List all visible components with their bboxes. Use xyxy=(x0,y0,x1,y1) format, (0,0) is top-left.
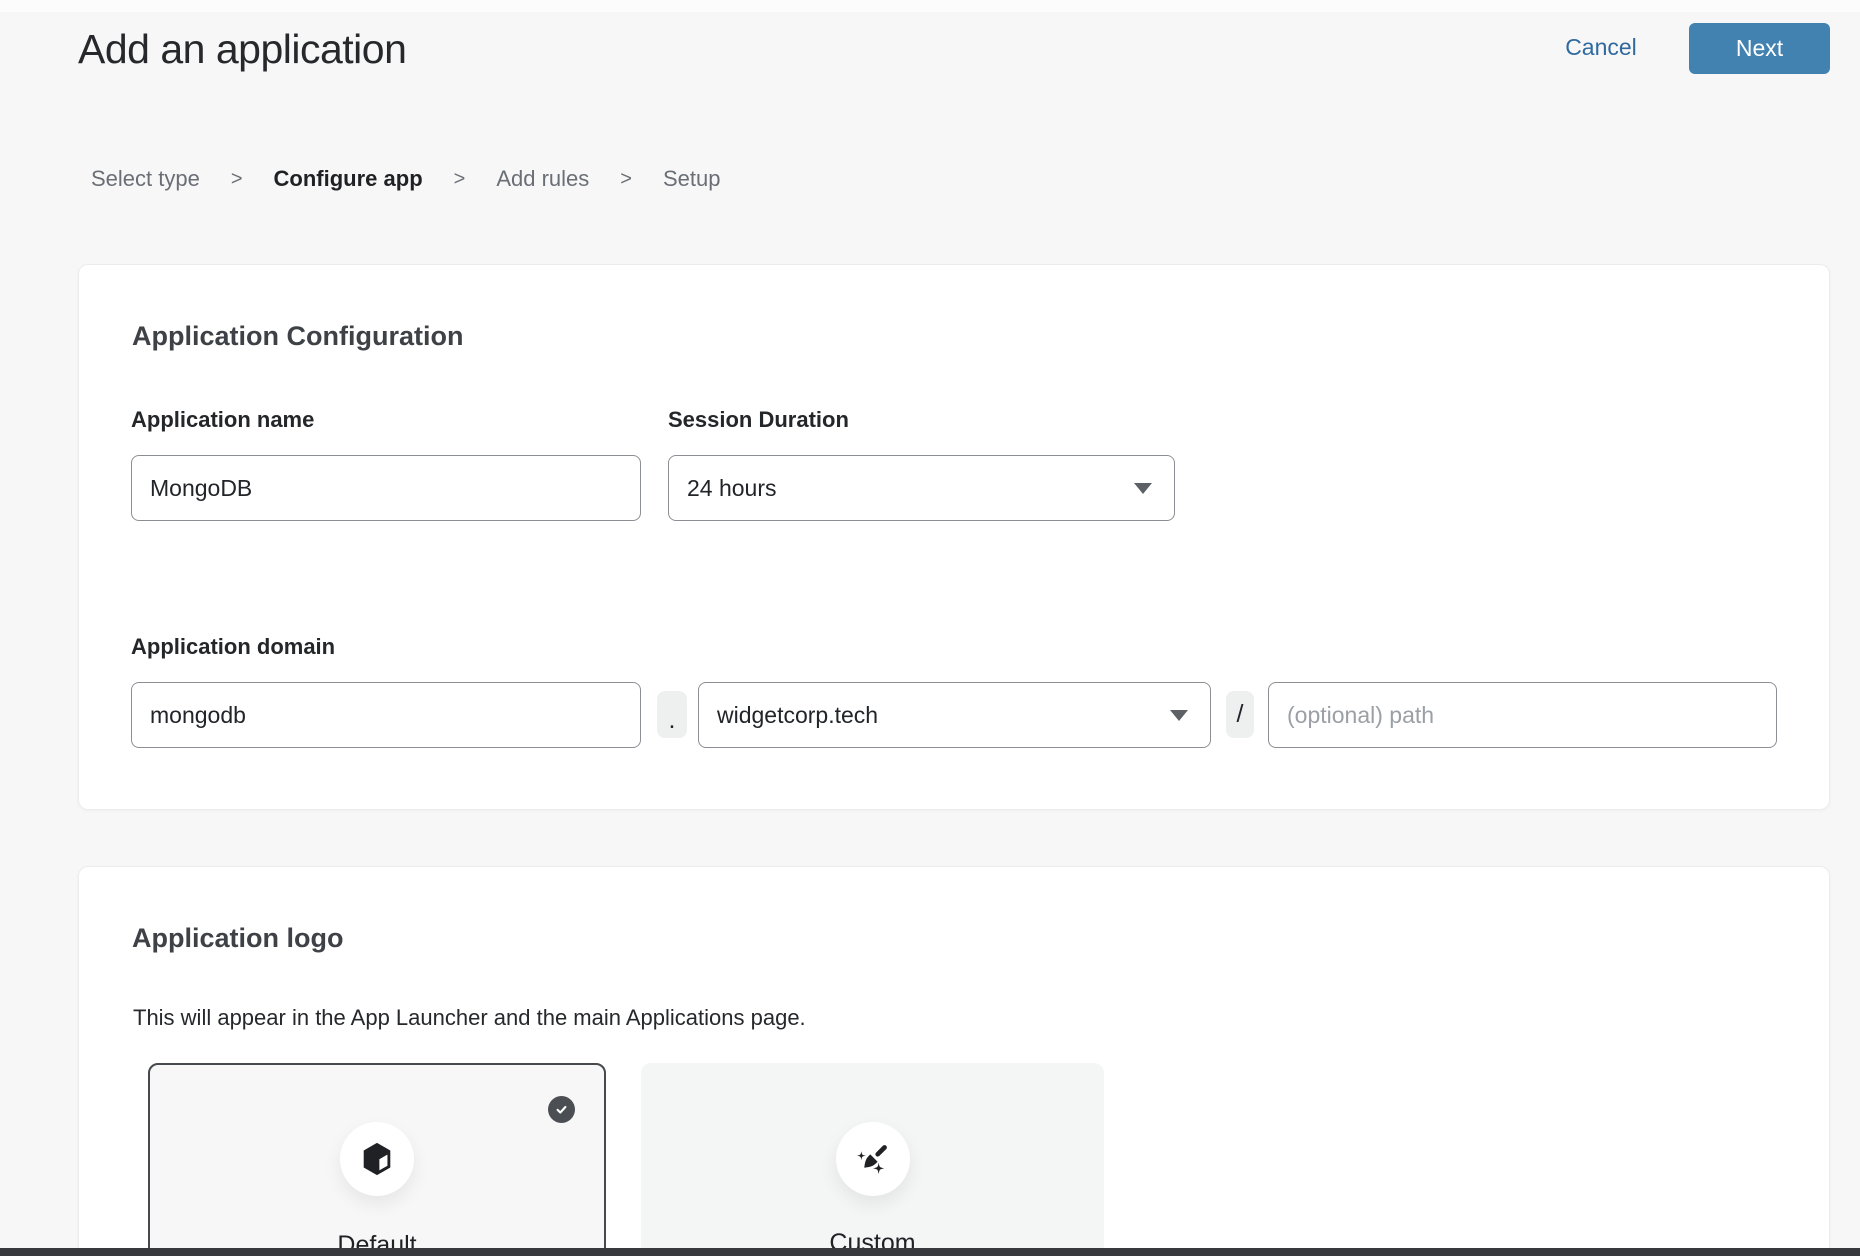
cube-icon xyxy=(358,1140,396,1178)
application-name-label: Application name xyxy=(131,407,314,433)
chevron-down-icon xyxy=(1170,710,1188,721)
breadcrumb-configure-app: Configure app xyxy=(274,166,423,192)
add-application-page: Add an application Cancel Next Select ty… xyxy=(0,0,1860,1256)
chevron-down-icon xyxy=(1134,483,1152,494)
application-logo-card: Application logo This will appear in the… xyxy=(78,866,1830,1256)
subdomain-input[interactable] xyxy=(131,682,641,748)
breadcrumb-separator-icon: > xyxy=(231,168,243,191)
logo-option-default[interactable]: Default xyxy=(148,1063,606,1256)
domain-select-value: widgetcorp.tech xyxy=(717,702,878,729)
selected-check-badge xyxy=(548,1096,575,1123)
breadcrumb-select-type[interactable]: Select type xyxy=(91,166,200,192)
application-name-input[interactable] xyxy=(131,455,641,521)
dot-character: . xyxy=(669,706,676,735)
configuration-heading: Application Configuration xyxy=(132,321,463,352)
session-duration-select[interactable]: 24 hours xyxy=(668,455,1175,521)
default-logo-circle xyxy=(340,1122,414,1196)
check-icon xyxy=(553,1101,570,1118)
session-duration-value: 24 hours xyxy=(687,475,777,502)
breadcrumb-setup[interactable]: Setup xyxy=(663,166,721,192)
logo-heading: Application logo xyxy=(132,923,343,954)
application-domain-label: Application domain xyxy=(131,634,335,660)
breadcrumb: Select type > Configure app > Add rules … xyxy=(91,166,720,192)
bottom-edge-strip xyxy=(0,1248,1860,1256)
application-configuration-card: Application Configuration Application na… xyxy=(78,264,1830,810)
top-edge-strip xyxy=(0,0,1860,12)
next-button[interactable]: Next xyxy=(1689,23,1830,74)
breadcrumb-separator-icon: > xyxy=(620,168,632,191)
domain-select[interactable]: widgetcorp.tech xyxy=(698,682,1211,748)
page-title: Add an application xyxy=(78,26,406,73)
logo-description: This will appear in the App Launcher and… xyxy=(133,1005,806,1031)
breadcrumb-separator-icon: > xyxy=(454,168,466,191)
logo-option-custom[interactable]: Custom xyxy=(641,1063,1104,1256)
session-duration-label: Session Duration xyxy=(668,407,849,433)
domain-slash-separator: / xyxy=(1226,691,1254,738)
path-input[interactable] xyxy=(1268,682,1777,748)
custom-logo-circle xyxy=(836,1122,910,1196)
domain-dot-separator: . xyxy=(657,691,687,738)
cancel-button[interactable]: Cancel xyxy=(1556,34,1646,61)
paintbrush-icon xyxy=(853,1139,893,1179)
breadcrumb-add-rules[interactable]: Add rules xyxy=(496,166,589,192)
